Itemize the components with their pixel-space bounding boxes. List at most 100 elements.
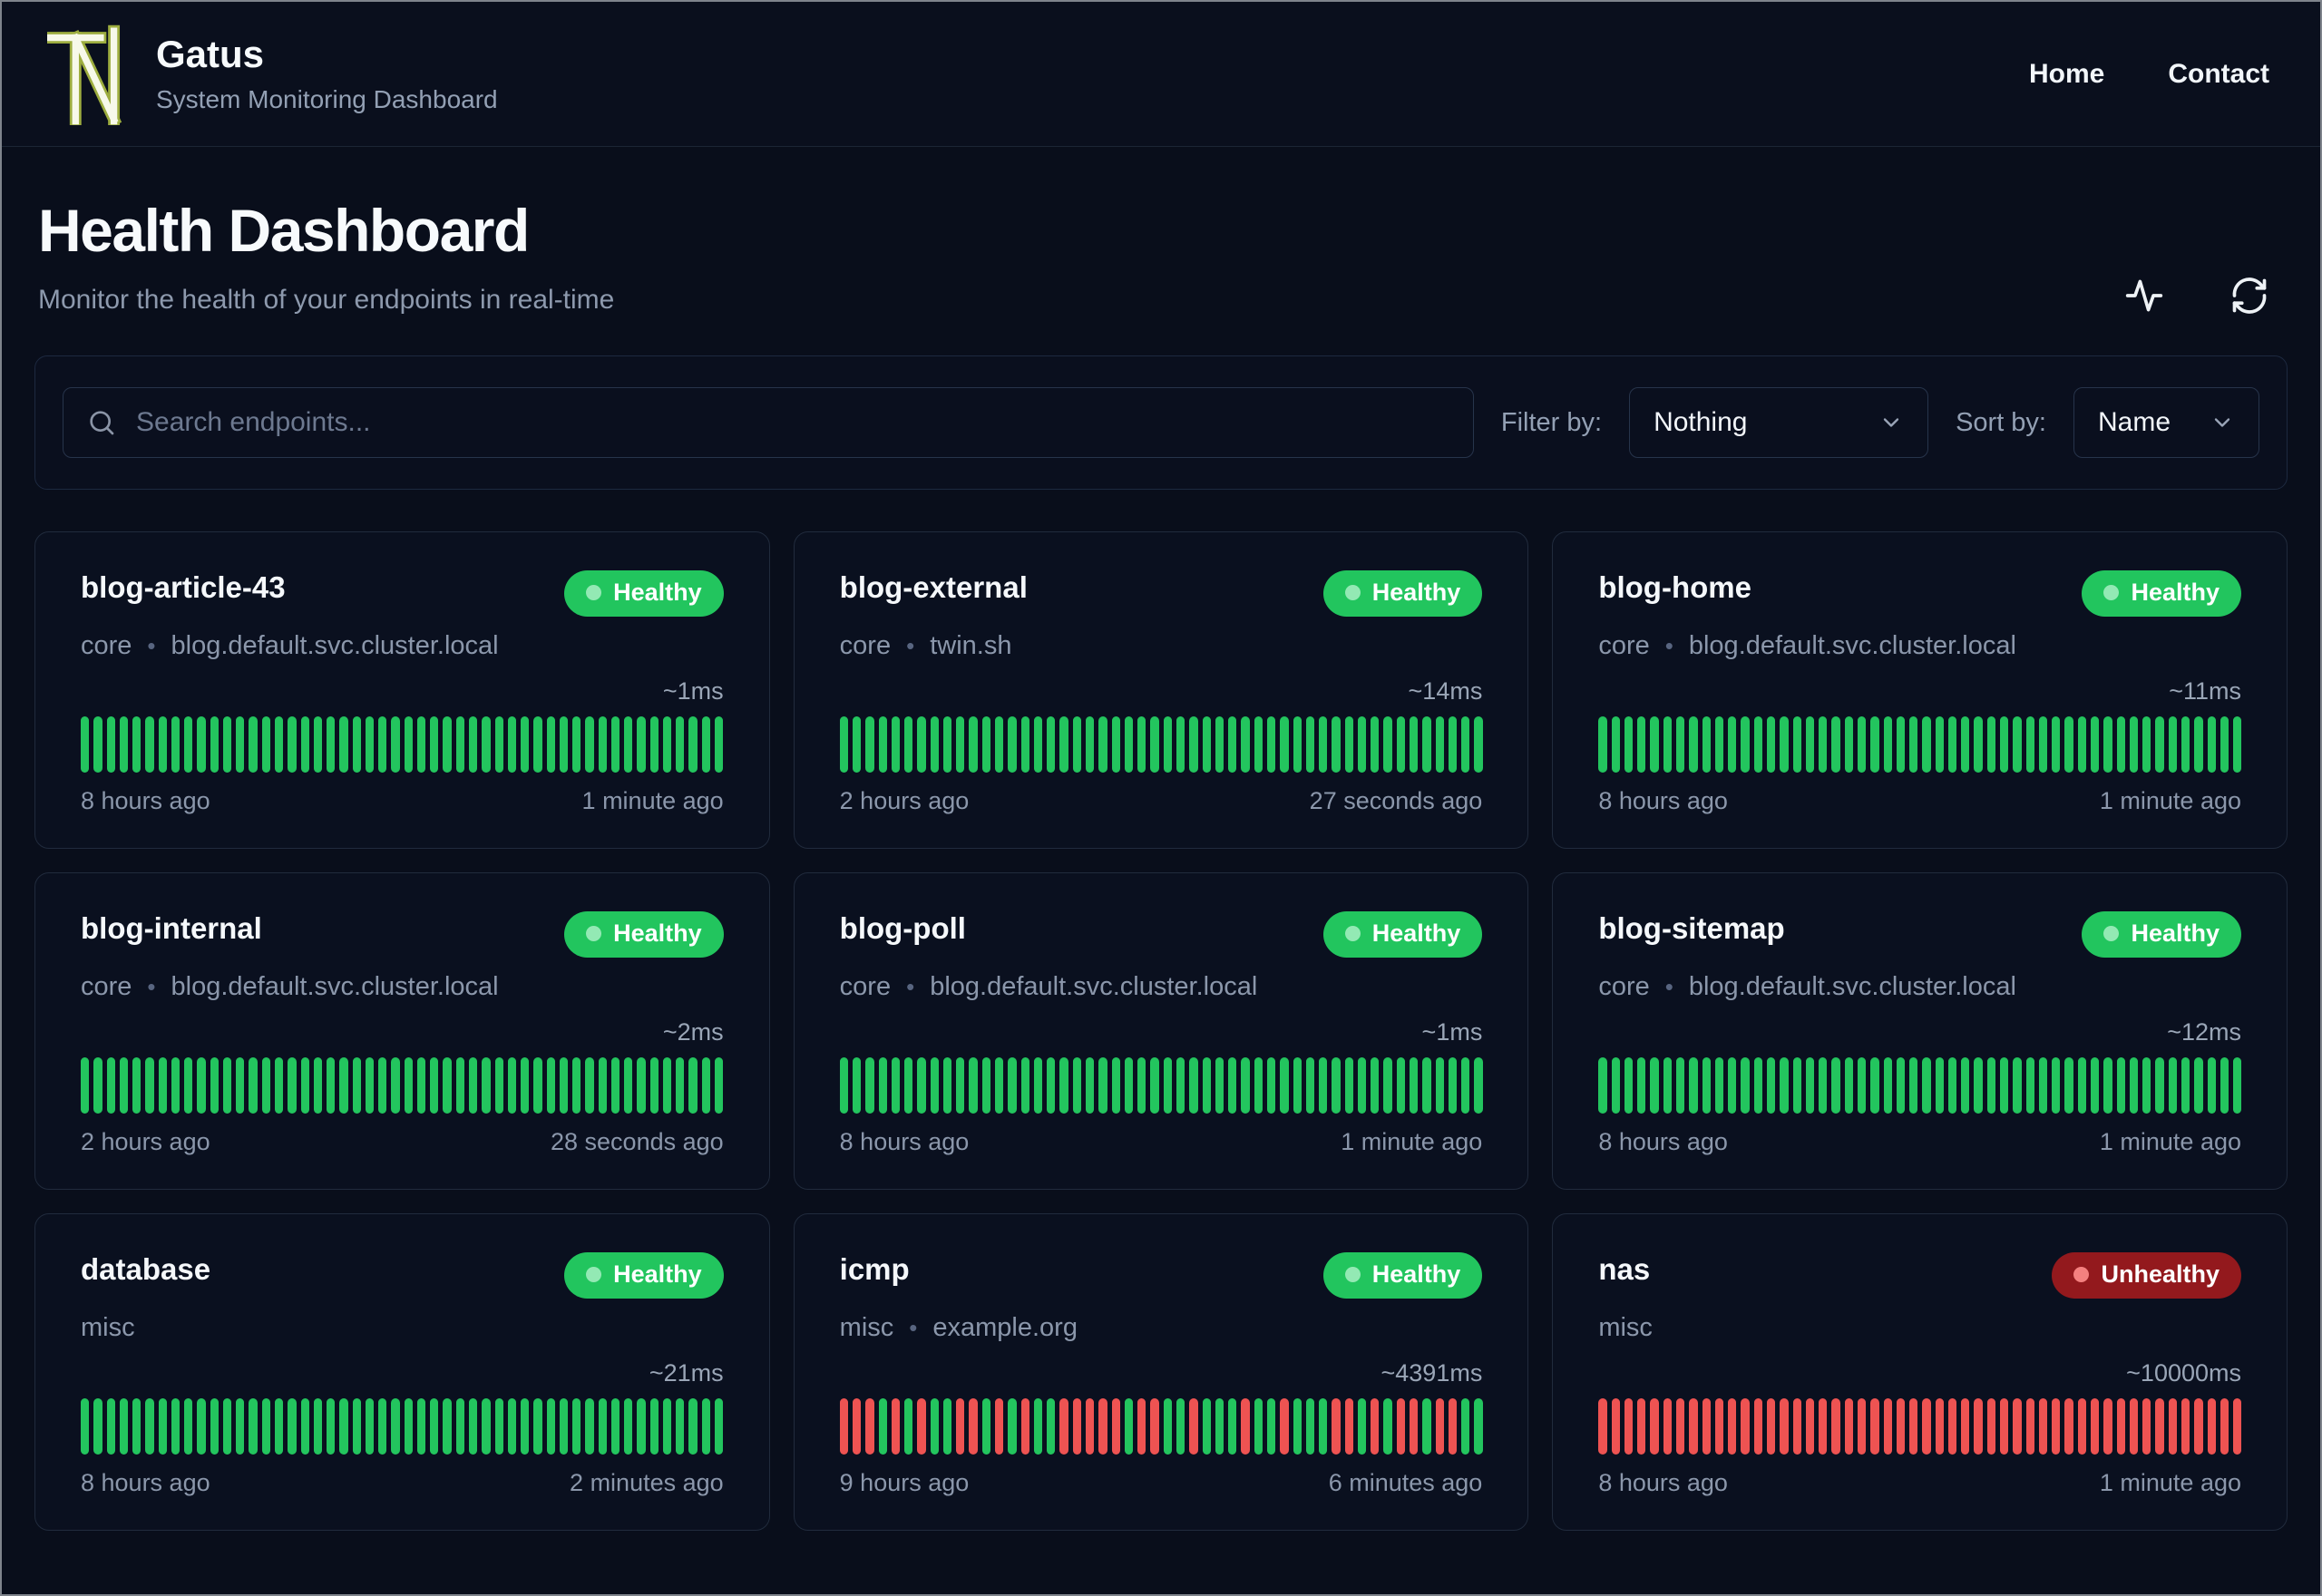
uptime-bar-success[interactable] — [468, 1057, 478, 1114]
uptime-bar-failure[interactable] — [1819, 1398, 1828, 1455]
uptime-bar-success[interactable] — [1371, 1057, 1380, 1114]
uptime-bar-success[interactable] — [624, 1398, 633, 1455]
uptime-bar-success[interactable] — [1474, 1398, 1483, 1455]
uptime-bar-success[interactable] — [649, 1398, 659, 1455]
uptime-bar-success[interactable] — [106, 1398, 115, 1455]
uptime-bar-failure[interactable] — [1435, 1398, 1444, 1455]
uptime-bar-success[interactable] — [637, 1057, 646, 1114]
uptime-bar-success[interactable] — [1922, 716, 1931, 773]
uptime-bar-success[interactable] — [1410, 1057, 1419, 1114]
uptime-bar-success[interactable] — [1137, 1057, 1146, 1114]
uptime-bar-success[interactable] — [559, 1057, 569, 1114]
uptime-bar-success[interactable] — [378, 1398, 387, 1455]
uptime-bar-success[interactable] — [507, 716, 517, 773]
uptime-bar-success[interactable] — [132, 1398, 141, 1455]
uptime-bar-success[interactable] — [1909, 1057, 1918, 1114]
uptime-bar-success[interactable] — [468, 1398, 478, 1455]
uptime-bar-success[interactable] — [1461, 1057, 1470, 1114]
uptime-bar-success[interactable] — [1766, 716, 1776, 773]
uptime-bar-success[interactable] — [598, 716, 607, 773]
uptime-bar-failure[interactable] — [917, 1398, 926, 1455]
uptime-bar-success[interactable] — [1676, 716, 1685, 773]
uptime-bar-success[interactable] — [482, 1398, 491, 1455]
uptime-bar-success[interactable] — [158, 1057, 167, 1114]
uptime-bar-success[interactable] — [1986, 716, 1996, 773]
uptime-bar-success[interactable] — [1805, 1057, 1815, 1114]
uptime-bar-failure[interactable] — [852, 1398, 862, 1455]
uptime-bar-failure[interactable] — [1624, 1398, 1634, 1455]
uptime-bar-success[interactable] — [610, 716, 620, 773]
uptime-bar-success[interactable] — [930, 716, 939, 773]
uptime-bar-success[interactable] — [274, 1398, 284, 1455]
uptime-bar-success[interactable] — [1008, 1057, 1017, 1114]
uptime-bar-success[interactable] — [1396, 1057, 1406, 1114]
uptime-bar-failure[interactable] — [2194, 1398, 2203, 1455]
uptime-bar-success[interactable] — [430, 1398, 439, 1455]
uptime-bar-success[interactable] — [468, 716, 478, 773]
uptime-bar-failure[interactable] — [1961, 1398, 1970, 1455]
uptime-bar-success[interactable] — [184, 1057, 193, 1114]
uptime-bar-failure[interactable] — [1676, 1398, 1685, 1455]
uptime-bar-success[interactable] — [2064, 716, 2073, 773]
uptime-bar-success[interactable] — [1344, 716, 1353, 773]
uptime-bar-success[interactable] — [1163, 716, 1172, 773]
uptime-bar-success[interactable] — [1741, 1057, 1750, 1114]
endpoint-card[interactable]: database Healthy misc ~21ms 8 hours ago … — [34, 1213, 770, 1531]
uptime-bar-success[interactable] — [1947, 716, 1957, 773]
uptime-bar-success[interactable] — [455, 716, 464, 773]
uptime-bar-success[interactable] — [119, 1398, 129, 1455]
uptime-bar-success[interactable] — [339, 716, 348, 773]
uptime-bar-success[interactable] — [327, 716, 336, 773]
uptime-bar-failure[interactable] — [1857, 1398, 1867, 1455]
uptime-bar-failure[interactable] — [2233, 1398, 2242, 1455]
nav-link-home[interactable]: Home — [2029, 59, 2104, 90]
uptime-bar-success[interactable] — [365, 1398, 375, 1455]
uptime-bar-success[interactable] — [1150, 716, 1159, 773]
activity-pulse-icon[interactable] — [2124, 276, 2164, 316]
uptime-bar-failure[interactable] — [1098, 1398, 1107, 1455]
uptime-bar-success[interactable] — [624, 1057, 633, 1114]
uptime-bar-failure[interactable] — [1280, 1398, 1289, 1455]
uptime-bar-success[interactable] — [1753, 1057, 1762, 1114]
endpoint-card[interactable]: nas Unhealthy misc ~10000ms 8 hours ago … — [1552, 1213, 2288, 1531]
uptime-bar-failure[interactable] — [1189, 1398, 1198, 1455]
uptime-bar-success[interactable] — [1059, 716, 1068, 773]
uptime-bar-success[interactable] — [210, 716, 219, 773]
uptime-bar-success[interactable] — [81, 716, 90, 773]
uptime-bar-success[interactable] — [1714, 1057, 1724, 1114]
uptime-bar-success[interactable] — [2025, 716, 2034, 773]
uptime-bar-success[interactable] — [2207, 716, 2216, 773]
uptime-bar-success[interactable] — [1383, 716, 1392, 773]
uptime-bar-success[interactable] — [981, 1057, 991, 1114]
uptime-bar-success[interactable] — [1844, 1057, 1853, 1114]
uptime-bar-success[interactable] — [598, 1057, 607, 1114]
uptime-bar-success[interactable] — [1909, 716, 1918, 773]
uptime-bar-success[interactable] — [1305, 1398, 1315, 1455]
nav-link-contact[interactable]: Contact — [2168, 59, 2269, 90]
uptime-bar-failure[interactable] — [1650, 1398, 1659, 1455]
uptime-bar-success[interactable] — [662, 716, 672, 773]
uptime-bar-success[interactable] — [969, 716, 978, 773]
uptime-bar-success[interactable] — [171, 1057, 180, 1114]
uptime-bar-success[interactable] — [891, 1057, 901, 1114]
uptime-bar-success[interactable] — [852, 716, 862, 773]
uptime-bar-success[interactable] — [533, 1398, 542, 1455]
sort-select[interactable]: Name — [2073, 387, 2259, 458]
uptime-bar-success[interactable] — [158, 716, 167, 773]
uptime-bar-success[interactable] — [119, 1057, 129, 1114]
uptime-bar-success[interactable] — [313, 1398, 323, 1455]
uptime-bar-failure[interactable] — [1922, 1398, 1931, 1455]
uptime-bar-success[interactable] — [546, 716, 555, 773]
uptime-bar-success[interactable] — [2077, 716, 2087, 773]
uptime-bar-failure[interactable] — [995, 1398, 1004, 1455]
uptime-bar-success[interactable] — [1047, 1398, 1056, 1455]
uptime-bar-success[interactable] — [1676, 1057, 1685, 1114]
uptime-bar-success[interactable] — [930, 1057, 939, 1114]
uptime-bar-success[interactable] — [2181, 716, 2190, 773]
uptime-bar-success[interactable] — [585, 1398, 594, 1455]
uptime-bar-failure[interactable] — [1689, 1398, 1698, 1455]
uptime-bar-failure[interactable] — [2155, 1398, 2164, 1455]
uptime-bar-success[interactable] — [430, 716, 439, 773]
uptime-bar-success[interactable] — [942, 1398, 952, 1455]
uptime-bar-success[interactable] — [1461, 1398, 1470, 1455]
